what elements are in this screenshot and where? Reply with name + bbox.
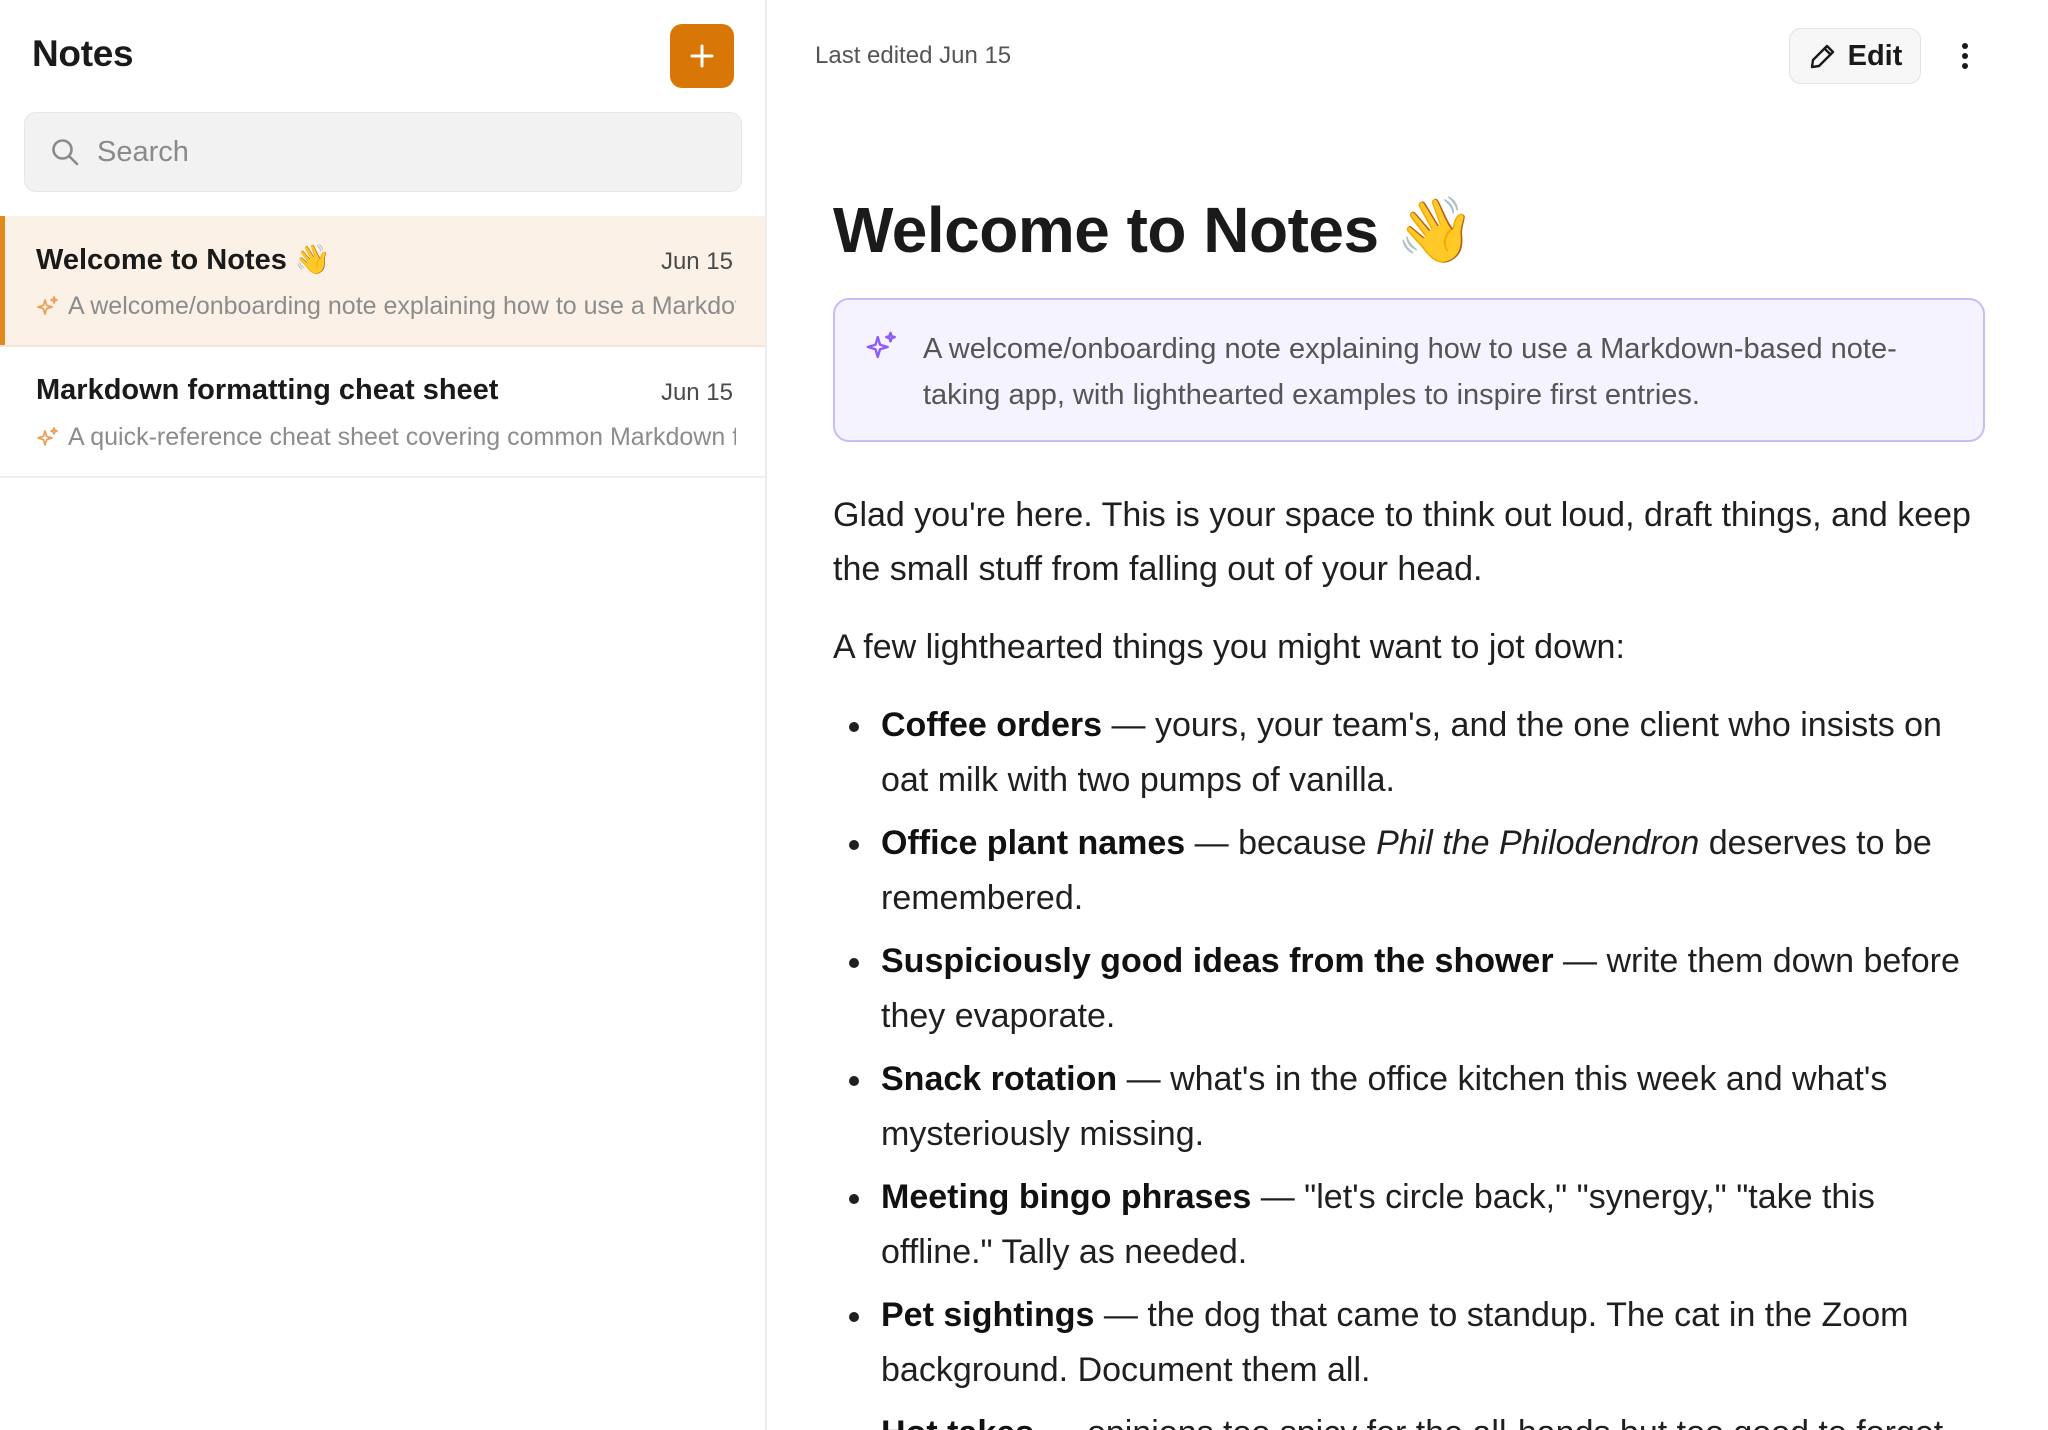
more-vertical-icon bbox=[1961, 42, 1969, 70]
note-list-item-welcome[interactable]: Welcome to Notes 👋 Jun 15 A welcome/onbo… bbox=[0, 216, 765, 347]
intro-paragraph: Glad you're here. This is your space to … bbox=[833, 496, 1971, 588]
note-date: Jun 15 bbox=[660, 248, 733, 275]
note-body: Glad you're here. This is your space to … bbox=[833, 488, 1985, 1430]
ai-summary-card: A welcome/onboarding note explaining how… bbox=[833, 298, 1985, 442]
list-item: Pet sightings — the dog that came to sta… bbox=[833, 1288, 1985, 1398]
list-lead-paragraph: A few lighthearted things you might want… bbox=[833, 628, 1625, 666]
edit-button[interactable]: Edit bbox=[1789, 28, 1921, 84]
notes-app: Notes Welcome to Notes 👋 Jun 15 bbox=[0, 0, 2048, 1430]
sidebar-title: Notes bbox=[32, 33, 134, 74]
list-item-text: — because bbox=[1185, 824, 1377, 862]
sidebar: Notes Welcome to Notes 👋 Jun 15 bbox=[0, 0, 767, 1430]
sparkle-icon bbox=[36, 426, 60, 450]
list-item-bold: Suspiciously good ideas from the shower bbox=[881, 942, 1554, 980]
list-item-text: — opinions too spicy for the all-hands b… bbox=[1034, 1414, 1953, 1430]
note-summary: A quick-reference cheat sheet covering c… bbox=[68, 423, 736, 451]
note-view: Last edited Jun 15 Edit Welcome to Notes… bbox=[767, 0, 2048, 1430]
note-summary-row: A quick-reference cheat sheet covering c… bbox=[36, 423, 736, 452]
note-title: Welcome to Notes 👋 bbox=[36, 244, 332, 276]
list-item: Hot takes — opinions too spicy for the a… bbox=[833, 1406, 1985, 1430]
list-item-bold: Hot takes bbox=[881, 1414, 1034, 1430]
sparkle-icon bbox=[36, 295, 60, 319]
plus-icon bbox=[688, 42, 716, 70]
list-item-bold: Meeting bingo phrases bbox=[881, 1178, 1252, 1216]
more-options-button[interactable] bbox=[1945, 36, 1985, 76]
list-item: Snack rotation — what's in the office ki… bbox=[833, 1052, 1985, 1162]
search-box[interactable] bbox=[24, 112, 742, 192]
ai-summary-text: A welcome/onboarding note explaining how… bbox=[923, 333, 1897, 411]
note-title: Markdown formatting cheat sheet bbox=[36, 374, 499, 406]
bullet-list: Coffee orders — yours, your team's, and … bbox=[833, 698, 1985, 1430]
search-icon bbox=[49, 136, 81, 168]
list-item-bold: Pet sightings bbox=[881, 1296, 1095, 1334]
list-item: Coffee orders — yours, your team's, and … bbox=[833, 698, 1985, 808]
list-item-bold: Snack rotation bbox=[881, 1060, 1118, 1098]
search-input[interactable] bbox=[97, 122, 741, 182]
new-note-button[interactable] bbox=[670, 24, 734, 88]
note-summary-row: A welcome/onboarding note explaining how… bbox=[36, 292, 736, 321]
sidebar-header: Notes bbox=[0, 0, 765, 110]
list-item: Suspiciously good ideas from the shower … bbox=[833, 934, 1985, 1044]
edit-button-label: Edit bbox=[1847, 39, 1903, 72]
list-item-italic: Phil the Philodendron bbox=[1376, 824, 1700, 862]
note-date: Jun 15 bbox=[660, 379, 733, 406]
note-list-item-cheat-sheet[interactable]: Markdown formatting cheat sheet Jun 15 A… bbox=[0, 347, 765, 478]
list-item-bold: Coffee orders bbox=[881, 706, 1103, 744]
note-list: Welcome to Notes 👋 Jun 15 A welcome/onbo… bbox=[0, 216, 765, 478]
list-item: Meeting bingo phrases — "let's circle ba… bbox=[833, 1170, 1985, 1280]
list-item: Office plant names — because Phil the Ph… bbox=[833, 816, 1985, 926]
sparkle-icon bbox=[865, 330, 899, 364]
note-document: Welcome to Notes 👋 A welcome/onboarding … bbox=[833, 192, 1985, 1430]
note-heading: Welcome to Notes 👋 bbox=[833, 194, 1476, 266]
pencil-icon bbox=[1808, 41, 1838, 71]
list-item-bold: Office plant names bbox=[881, 824, 1186, 862]
last-edited-label: Last edited Jun 15 bbox=[815, 42, 1012, 69]
note-summary: A welcome/onboarding note explaining how… bbox=[68, 292, 736, 320]
